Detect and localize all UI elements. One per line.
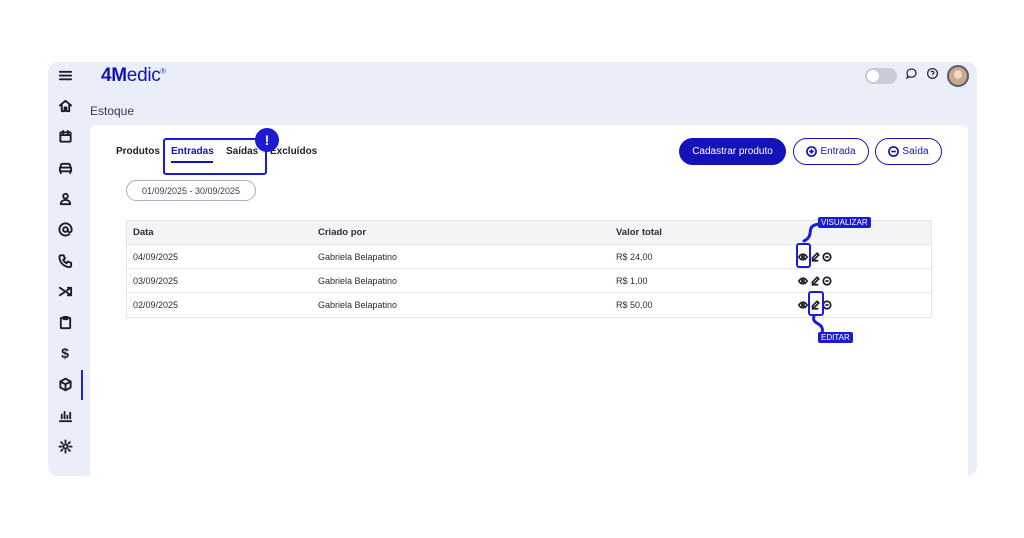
cell-created-by: Gabriela Belapatino — [318, 251, 398, 262]
column-header-valor-total[interactable]: Valor total — [616, 221, 662, 244]
minus-circle-icon — [888, 146, 900, 157]
main-panel: Produtos Entradas Saídas Excluídos ! Cad… — [90, 125, 968, 476]
sofa-icon[interactable] — [56, 158, 74, 176]
chat-icon[interactable] — [905, 67, 918, 85]
alert-badge: ! — [255, 128, 279, 152]
tabs-highlight-box — [163, 138, 267, 175]
cell-created-by: Gabriela Belapatino — [318, 300, 398, 310]
calendar-icon[interactable] — [56, 127, 74, 145]
sidebar: $ — [48, 62, 86, 476]
tab-produtos[interactable]: Produtos — [116, 146, 160, 157]
eye-icon[interactable] — [798, 276, 808, 286]
gear-icon[interactable] — [56, 437, 74, 455]
dollar-icon[interactable]: $ — [56, 344, 74, 362]
exit-button-label: Saída — [902, 146, 929, 157]
cell-total: R$ 50,00 — [616, 300, 653, 310]
sidebar-active-indicator — [81, 370, 83, 400]
home-icon[interactable] — [56, 96, 74, 114]
cell-total: R$ 24,00 — [616, 251, 653, 262]
phone-icon[interactable] — [56, 251, 74, 269]
eye-icon[interactable] — [798, 300, 808, 310]
header-actions — [865, 65, 969, 87]
register-product-button[interactable]: Cadastrar produto — [679, 138, 786, 165]
avatar[interactable] — [947, 65, 969, 87]
cell-date: 02/09/2025 — [133, 300, 179, 310]
tab-excluidos[interactable]: Excluídos — [270, 146, 317, 157]
chart-icon[interactable] — [56, 406, 74, 424]
at-icon[interactable] — [56, 220, 74, 238]
cell-total: R$ 1,00 — [616, 275, 648, 286]
page-title: Estoque — [90, 104, 135, 118]
plus-circle-icon — [806, 146, 818, 157]
remove-circle-icon[interactable] — [822, 251, 832, 262]
edit-callout: EDITAR — [818, 332, 853, 343]
entry-button[interactable]: Entrada — [793, 138, 869, 165]
column-header-criado-por[interactable]: Criado por — [318, 221, 366, 244]
edit-icon[interactable] — [810, 275, 820, 286]
date-range-filter[interactable]: 01/09/2025 - 30/09/2025 — [126, 180, 256, 201]
cell-created-by: Gabriela Belapatino — [318, 275, 398, 286]
help-icon[interactable] — [926, 67, 939, 85]
column-header-data[interactable]: Data — [133, 221, 154, 244]
view-highlight-box — [796, 243, 811, 268]
app-logo[interactable]: 4Medic® — [101, 65, 166, 87]
shuffle-icon[interactable] — [56, 282, 74, 300]
view-callout: VISUALIZAR — [818, 217, 871, 228]
app-shell: $ 4Medic® Estoque Produtos Entradas Saíd… — [48, 62, 977, 476]
table-row: 03/09/2025 Gabriela Belapatino R$ 1,00 — [127, 269, 931, 293]
menu-icon[interactable] — [56, 66, 74, 84]
exit-button[interactable]: Saída — [875, 138, 942, 165]
box-icon[interactable] — [56, 375, 74, 393]
cell-date: 03/09/2025 — [133, 275, 179, 286]
cell-date: 04/09/2025 — [133, 251, 179, 262]
row-actions — [798, 269, 832, 292]
edit-icon[interactable] — [810, 251, 820, 262]
theme-toggle[interactable] — [865, 68, 897, 84]
user-icon[interactable] — [56, 189, 74, 207]
remove-circle-icon[interactable] — [822, 275, 832, 286]
entry-button-label: Entrada — [820, 146, 856, 157]
clipboard-icon[interactable] — [56, 313, 74, 331]
